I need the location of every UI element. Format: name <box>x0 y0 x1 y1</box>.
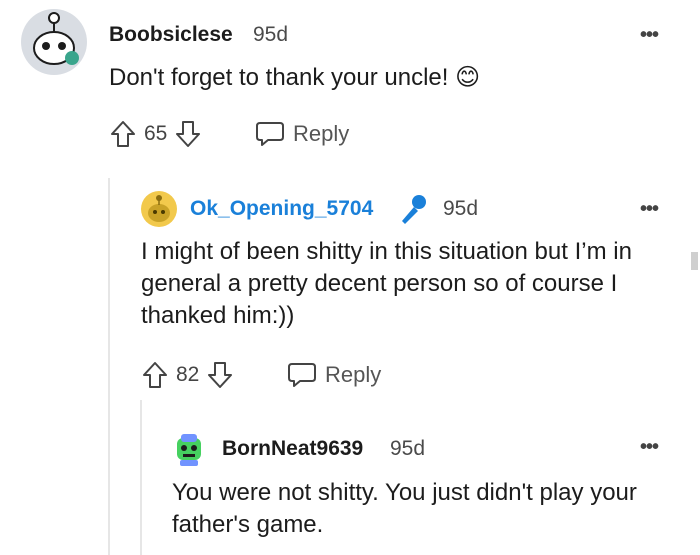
avatar[interactable] <box>20 8 88 76</box>
vote-bar: 82 <box>142 361 233 389</box>
comment: Boobsiclese 95d ••• Don't forget to than… <box>0 0 700 175</box>
comment-username[interactable]: Ok_Opening_5704 <box>190 197 373 221</box>
vote-count: 82 <box>176 363 200 386</box>
reply-label: Reply <box>325 362 382 387</box>
comment-age: 95d <box>443 197 479 220</box>
comment-reply: Ok_Opening_5704 95d ••• I might of been … <box>0 180 700 400</box>
more-options-button[interactable]: ••• <box>640 24 659 47</box>
comment-username[interactable]: Boobsiclese <box>109 23 233 47</box>
reply-label: Reply <box>293 121 350 146</box>
downvote-icon[interactable] <box>175 120 201 148</box>
scroll-indicator[interactable] <box>691 252 698 270</box>
upvote-icon[interactable] <box>110 120 136 148</box>
comment-body: Don't forget to thank your uncle! 😊 <box>109 64 481 91</box>
avatar[interactable] <box>172 430 206 468</box>
comment-body: I might of been shitty in this situation… <box>141 238 632 329</box>
comment-age: 95d <box>253 23 289 46</box>
reply-button[interactable]: Reply <box>255 120 349 148</box>
comment-body: You were not shitty. You just didn't pla… <box>172 479 637 538</box>
vote-count: 65 <box>144 122 168 145</box>
avatar[interactable] <box>140 190 178 228</box>
golden-snoo-avatar-icon <box>141 191 177 227</box>
comment-bubble-icon <box>288 363 316 387</box>
vote-bar: 65 <box>110 120 201 148</box>
upvote-icon[interactable] <box>142 361 168 389</box>
snoo-avatar-icon <box>21 9 87 75</box>
comment-age: 95d <box>390 437 426 460</box>
microphone-icon <box>398 193 428 230</box>
robot-avatar-icon <box>177 434 201 466</box>
comment-bubble-icon <box>256 122 284 146</box>
reply-button[interactable]: Reply <box>287 361 381 389</box>
downvote-icon[interactable] <box>207 361 233 389</box>
more-options-button[interactable]: ••• <box>640 436 659 459</box>
comment-reply: BornNeat9639 95d ••• You were not shitty… <box>0 420 700 555</box>
comment-username[interactable]: BornNeat9639 <box>222 437 363 461</box>
more-options-button[interactable]: ••• <box>640 198 659 221</box>
